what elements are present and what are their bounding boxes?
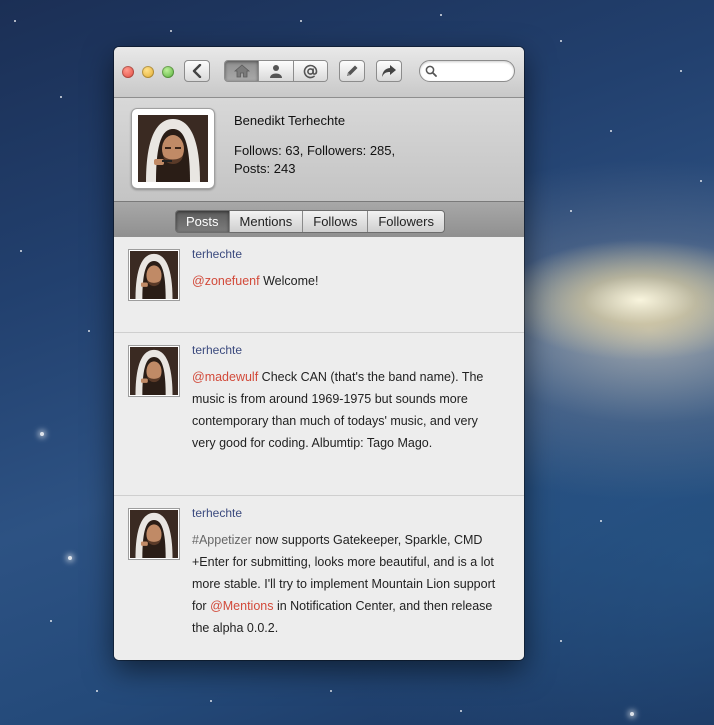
post-text: @zonefuenf Welcome! [192,270,502,292]
profile-button[interactable] [258,61,293,81]
profile-photo [138,115,208,182]
search-field[interactable] [419,60,515,82]
mentions-button[interactable] [292,61,327,81]
profile-avatar[interactable] [131,108,215,189]
post-avatar[interactable] [128,508,180,560]
share-button[interactable] [376,60,402,82]
tab-mentions[interactable]: Mentions [228,211,303,232]
share-arrow-icon [382,65,396,77]
post-body: Welcome! [259,274,319,288]
post-item[interactable]: terhechte @zonefuenf Welcome! [114,237,524,333]
post-mention[interactable]: @Mentions [210,599,273,613]
post-hashtag[interactable]: #Appetizer [192,533,252,547]
search-input[interactable] [440,63,514,81]
profile-header: Benedikt Terhechte Follows: 63, Follower… [114,98,524,201]
post-mention[interactable]: @madewulf [192,370,258,384]
post-avatar-photo [130,251,178,299]
post-avatar[interactable] [128,345,180,397]
post-avatar-photo [130,510,178,558]
pencil-icon [347,65,358,76]
timeline-switcher [224,60,328,82]
profile-stats-line1: Follows: 63, Followers: 285, [234,143,396,158]
profile-stats: Follows: 63, Followers: 285, Posts: 243 [234,142,434,178]
back-button[interactable] [184,60,210,82]
minimize-window-button[interactable] [142,66,154,78]
post-text: @madewulf Check CAN (that's the band nam… [192,366,502,454]
post-author[interactable]: terhechte [192,506,242,520]
zoom-window-button[interactable] [162,66,174,78]
post-mention[interactable]: @zonefuenf [192,274,260,288]
chevron-left-icon [192,64,202,78]
post-avatar-photo [130,347,178,395]
user-icon [269,65,282,78]
post-author[interactable]: terhechte [192,343,242,357]
close-window-button[interactable] [122,66,134,78]
home-icon [233,64,250,78]
profile-stats-line2: Posts: 243 [234,161,296,176]
post-author[interactable]: terhechte [192,247,242,261]
toolbar [114,47,524,98]
tab-follows[interactable]: Follows [302,211,368,232]
search-icon [425,65,437,77]
home-button[interactable] [225,61,259,81]
at-icon [303,64,318,78]
post-avatar[interactable] [128,249,180,301]
tab-posts[interactable]: Posts [176,211,229,232]
tab-followers[interactable]: Followers [367,211,444,232]
profile-tabbar: Posts Mentions Follows Followers [114,201,524,239]
compose-button[interactable] [339,60,365,82]
post-item[interactable]: terhechte @madewulf Check CAN (that's th… [114,333,524,496]
post-text: #Appetizer now supports Gatekeeper, Spar… [192,529,502,639]
profile-tabs: Posts Mentions Follows Followers [175,210,445,233]
profile-name: Benedikt Terhechte [234,113,346,128]
post-item[interactable]: terhechte #Appetizer now supports Gateke… [114,496,524,660]
app-window: Benedikt Terhechte Follows: 63, Follower… [114,47,524,660]
